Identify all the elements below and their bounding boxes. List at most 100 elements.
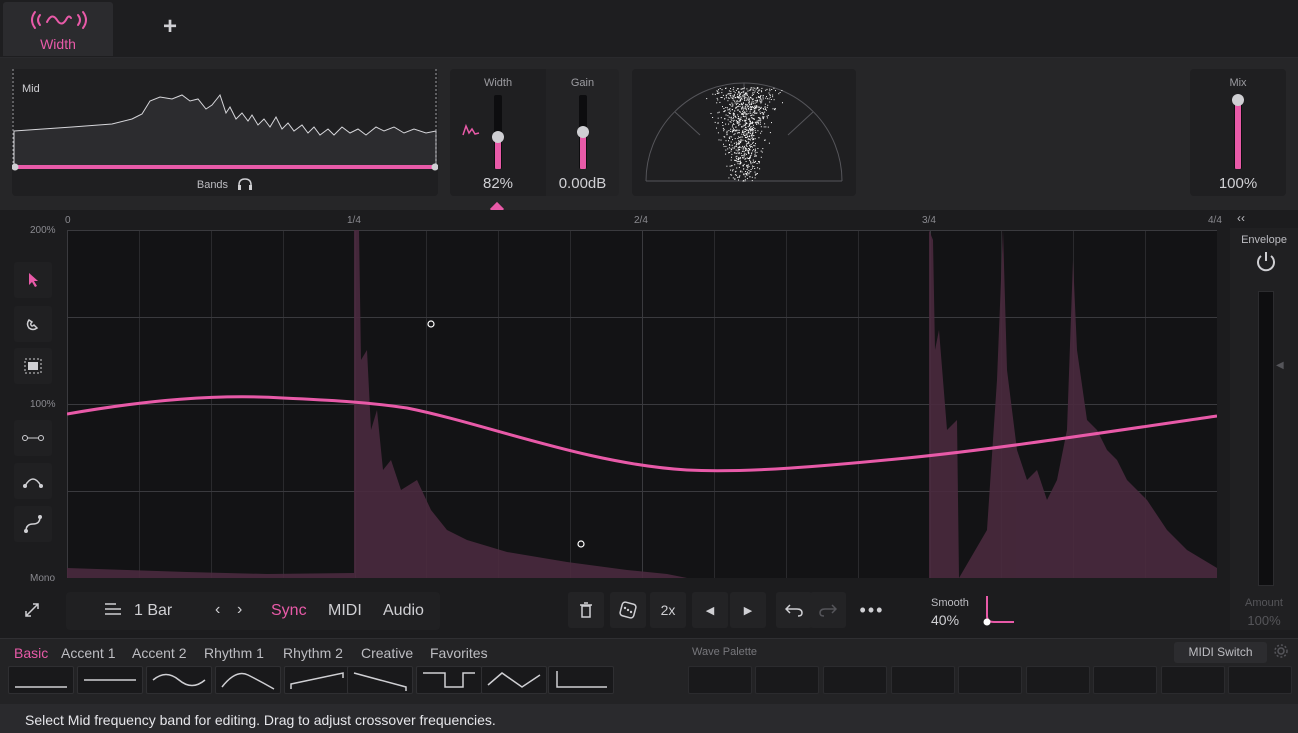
line-node-icon <box>22 435 44 441</box>
y-label-mid: 100% <box>30 399 56 410</box>
redo-icon <box>819 604 837 617</box>
category-creative[interactable]: Creative <box>361 645 413 661</box>
randomize-button[interactable] <box>610 592 646 628</box>
envelope-grid[interactable] <box>66 230 1218 579</box>
category-accent-2[interactable]: Accent 2 <box>132 645 186 661</box>
palette-slot[interactable] <box>1093 666 1157 694</box>
palette-slot[interactable] <box>891 666 955 694</box>
s-curve-tool-button[interactable] <box>14 506 52 542</box>
preset-shape-ramp-up[interactable] <box>284 666 350 694</box>
gain-slider-handle[interactable] <box>577 126 589 138</box>
preset-shape-low-flat[interactable] <box>8 666 74 694</box>
menu-lines-icon <box>105 603 121 615</box>
width-module: Width 82% <box>450 69 546 196</box>
gain-value[interactable]: 0.00dB <box>546 175 619 192</box>
palette-slot[interactable] <box>958 666 1022 694</box>
length-menu-button[interactable] <box>104 602 122 621</box>
envelope-control-point[interactable] <box>577 540 585 548</box>
redo-button[interactable] <box>810 592 846 628</box>
add-tab-button[interactable]: + <box>155 12 185 42</box>
amount-pointer-icon: ◀ <box>1276 360 1284 371</box>
stereo-scope-graph <box>645 82 843 182</box>
undo-button[interactable] <box>776 592 812 628</box>
category-rhythm-1[interactable]: Rhythm 1 <box>204 645 264 661</box>
expand-icon <box>25 603 39 617</box>
double-label: 2x <box>660 602 676 618</box>
status-text: Select Mid frequency band for editing. D… <box>25 712 496 728</box>
shift-right-button[interactable]: ▶ <box>730 592 766 628</box>
smooth-curve-icon <box>983 596 1014 626</box>
width-icon <box>31 11 87 29</box>
tab-width[interactable]: Width <box>3 2 113 56</box>
palette-slot[interactable] <box>755 666 819 694</box>
envelope-amount-slider[interactable] <box>1258 291 1274 586</box>
mix-slider-handle[interactable] <box>1232 94 1244 106</box>
mix-value[interactable]: 100% <box>1190 175 1286 192</box>
gain-slider-fill <box>580 133 586 169</box>
preset-shape-triangle[interactable] <box>481 666 547 694</box>
sync-mode-button[interactable]: Sync <box>271 602 307 620</box>
preset-shape-sine[interactable] <box>146 666 212 694</box>
ruler-three-quarter: 3/4 <box>922 215 936 226</box>
marquee-tool-button[interactable] <box>14 348 52 384</box>
width-value[interactable]: 82% <box>450 175 546 192</box>
collapse-panel-icon[interactable]: ‹‹ <box>1237 211 1245 225</box>
more-button[interactable]: ••• <box>854 592 890 628</box>
ruler-quarter: 1/4 <box>347 215 361 226</box>
preset-shape-square[interactable] <box>416 666 482 694</box>
audio-mode-button[interactable]: Audio <box>383 602 424 620</box>
double-button[interactable]: 2x <box>650 592 686 628</box>
wave-palette-label: Wave Palette <box>692 646 758 658</box>
band-label-mid: Mid <box>22 83 40 95</box>
snap-tool-button[interactable] <box>14 306 52 342</box>
palette-slot[interactable] <box>1161 666 1225 694</box>
trash-icon <box>580 602 592 618</box>
next-length-button[interactable]: › <box>237 601 242 619</box>
expand-button[interactable] <box>24 602 40 623</box>
delete-button[interactable] <box>568 592 604 628</box>
length-value[interactable]: 1 Bar <box>134 602 172 620</box>
gain-module: Gain 0.00dB <box>546 69 619 196</box>
gear-icon <box>1274 644 1288 658</box>
preset-shape-step[interactable] <box>548 666 614 694</box>
envelope-control-point[interactable] <box>427 320 435 328</box>
preset-shape-sine-inv[interactable] <box>215 666 281 694</box>
palette-slot[interactable] <box>688 666 752 694</box>
line-tool-button[interactable] <box>14 420 52 456</box>
palette-slot[interactable] <box>1228 666 1292 694</box>
category-accent-1[interactable]: Accent 1 <box>61 645 115 661</box>
arc-curve-icon <box>23 478 43 488</box>
prev-length-button[interactable]: ‹ <box>215 601 220 619</box>
envelope-power-button[interactable] <box>1254 249 1278 278</box>
tab-bar <box>0 0 1298 58</box>
category-rhythm-2[interactable]: Rhythm 2 <box>283 645 343 661</box>
band-spectrum[interactable]: Mid Bands <box>12 69 438 196</box>
edit-toolbar: 2x ◀ ▶ ••• <box>568 592 894 630</box>
mix-title: Mix <box>1229 77 1247 89</box>
midi-switch-button[interactable]: MIDI Switch <box>1174 642 1267 663</box>
width-title: Width <box>483 77 513 89</box>
spectrum-mini-icon <box>462 123 480 136</box>
preset-shape-ramp-down[interactable] <box>347 666 413 694</box>
width-slider-handle[interactable] <box>492 131 504 143</box>
settings-button[interactable] <box>1274 644 1288 663</box>
midi-mode-button[interactable]: MIDI <box>328 602 362 620</box>
smooth-value[interactable]: 40% <box>931 612 959 628</box>
bands-button[interactable]: Bands <box>12 178 438 191</box>
y-label-top: 200% <box>30 225 56 236</box>
magnet-icon <box>26 318 39 331</box>
s-curve-icon <box>24 515 42 533</box>
palette-slot[interactable] <box>823 666 887 694</box>
smooth-curve-control[interactable] <box>982 594 1018 633</box>
palette-slot[interactable] <box>1026 666 1090 694</box>
gain-title: Gain <box>570 77 595 89</box>
curve-tool-button[interactable] <box>14 463 52 499</box>
category-favorites[interactable]: Favorites <box>430 645 488 661</box>
shift-left-button[interactable]: ◀ <box>692 592 728 628</box>
category-basic[interactable]: Basic <box>14 645 48 661</box>
smooth-label: Smooth <box>931 597 969 609</box>
mix-slider-fill <box>1235 101 1241 169</box>
select-tool-button[interactable] <box>14 262 52 298</box>
stereo-scope <box>632 69 856 196</box>
preset-shape-mid-flat[interactable] <box>77 666 143 694</box>
